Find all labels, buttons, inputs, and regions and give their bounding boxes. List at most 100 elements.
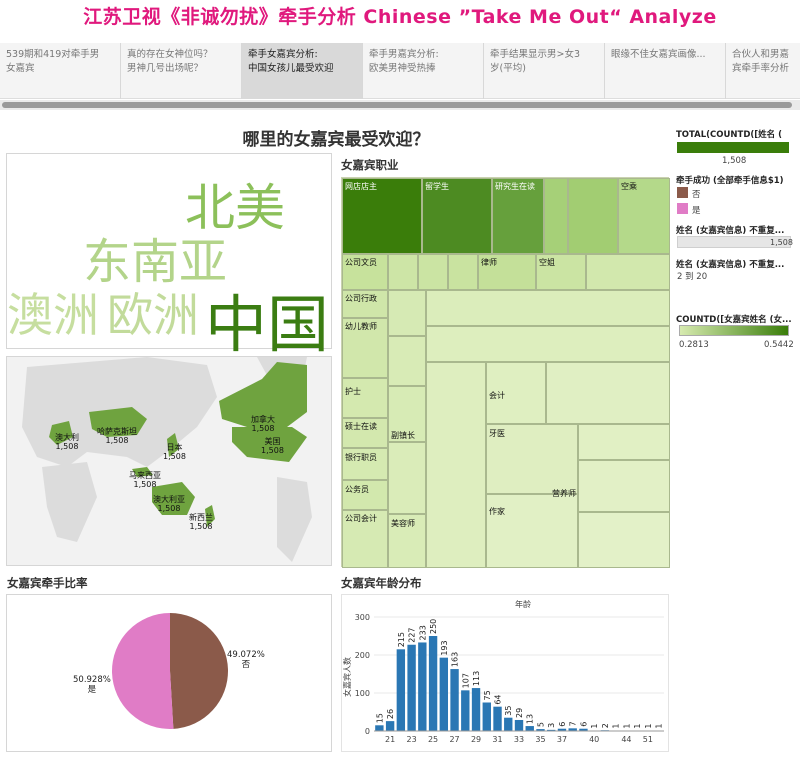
age-bar[interactable] <box>396 649 406 731</box>
age-bar[interactable] <box>385 721 395 731</box>
age-bar[interactable] <box>428 636 438 731</box>
pie-title: 女嘉宾牵手比率 <box>7 576 88 590</box>
pie-label-no: 49.072% 否 <box>227 650 265 670</box>
age-bar[interactable] <box>439 657 449 731</box>
treemap-label: 公务员 <box>345 485 369 494</box>
bar-value-label: 2 <box>601 723 610 728</box>
pie-label-yes: 50.928% 是 <box>73 675 111 695</box>
age-title: 女嘉宾年龄分布 <box>341 576 422 590</box>
treemap-cell[interactable] <box>546 362 670 424</box>
age-bar[interactable] <box>514 719 524 731</box>
map-label-usa: 美国 1,508 <box>261 437 284 455</box>
age-bar-chart: 年龄 女嘉宾人数 0100200300 15 26215 227 233 2501931… <box>342 599 664 744</box>
treemap-cell[interactable] <box>568 178 618 254</box>
age-y-axis-label: 女嘉宾人数 <box>342 657 352 697</box>
treemap-cell[interactable] <box>578 424 670 460</box>
scrollbar-thumb[interactable] <box>2 102 792 108</box>
legend-swatch-yes[interactable] <box>677 203 688 214</box>
age-bar[interactable] <box>375 725 384 731</box>
bar-value-label: 6 <box>579 722 588 727</box>
bar-value-label: 5 <box>536 722 545 727</box>
x-tick-label: 40 <box>589 735 599 744</box>
bar-value-label: 227 <box>408 627 417 642</box>
bar-value-label: 26 <box>386 709 395 719</box>
total-value: 1,508 <box>722 156 747 166</box>
treemap-cell[interactable] <box>578 512 670 568</box>
gradient-min: 0.2813 <box>679 340 709 350</box>
treemap-cell[interactable] <box>388 290 426 336</box>
age-bar[interactable] <box>450 669 459 731</box>
x-tick-label: 23 <box>406 735 416 744</box>
treemap-cell[interactable] <box>544 178 568 254</box>
x-tick-label: 31 <box>492 735 502 744</box>
treemap-cell[interactable] <box>388 442 426 514</box>
legend-label-no: 否 <box>692 190 701 200</box>
pie-slice-no[interactable] <box>170 613 228 729</box>
tab-1[interactable]: 539期和419对牵手男 女嘉宾 <box>0 43 121 99</box>
treemap-cell[interactable] <box>418 254 448 290</box>
age-bar[interactable] <box>482 702 491 732</box>
x-tick-label: 25 <box>428 735 438 744</box>
y-tick-label: 300 <box>355 613 370 622</box>
tab-2[interactable]: 真的存在女神位吗？ 男神几号出场呢？ <box>121 43 242 99</box>
filter1-title: 姓名 (女嘉宾信息) 不重复... <box>676 226 785 236</box>
bar-value-label: 113 <box>472 671 481 686</box>
horizontal-scrollbar[interactable] <box>0 100 800 110</box>
region-word-cloud: 北美 东南亚 澳洲 欧洲 中国 <box>6 153 332 361</box>
tab-3[interactable]: 牵手女嘉宾分析: 中国女孩儿最受欢迎 <box>242 43 363 99</box>
map-label-malaysia: 马来西亚 1,508 <box>129 471 161 489</box>
filter2-title: 姓名 (女嘉宾信息) 不重复... <box>676 260 785 270</box>
treemap-label: 硕士在读 <box>345 422 377 431</box>
treemap-cell[interactable] <box>426 326 670 362</box>
bar-value-label: 1 <box>590 724 599 729</box>
bar-value-label: 107 <box>461 673 470 688</box>
pie-panel: 49.072% 否 50.928% 是 <box>6 594 332 752</box>
tab-5[interactable]: 牵手结果显示男>女3 岁(平均) <box>484 43 605 99</box>
treemap-label: 网店店主 <box>345 182 377 191</box>
treemap-cell[interactable] <box>388 336 426 386</box>
age-bar[interactable] <box>418 642 427 731</box>
total-legend-title: TOTAL(COUNTD([姓名 ( <box>676 130 782 140</box>
treemap-label: 银行职员 <box>345 453 377 462</box>
occupation-title: 女嘉宾职业 <box>341 158 399 172</box>
world-map: 澳大利 1,508 哈萨克斯坦 1,508 日本 1,508 马来西亚 1,508 澳大… <box>6 356 332 566</box>
treemap-label: 会计 <box>489 391 505 400</box>
land-americas-south <box>277 477 312 562</box>
treemap-cell[interactable] <box>342 378 388 418</box>
cloud-word-europe[interactable]: 欧洲 <box>107 279 199 345</box>
tab-6[interactable]: 眼缘不佳女嘉宾画像... <box>605 43 726 99</box>
map-label-australia: 澳大利亚 1,508 <box>153 495 185 513</box>
bar-value-label: 15 <box>375 713 384 723</box>
dashboard-title: 哪里的女嘉宾最受欢迎？ <box>242 130 430 150</box>
treemap-cell[interactable] <box>448 254 478 290</box>
pie-chart <box>111 613 228 729</box>
pie-slice-yes[interactable] <box>111 613 174 729</box>
bar-value-label: 1 <box>644 724 653 729</box>
cloud-word-china[interactable]: 中国 <box>205 274 329 364</box>
age-bar[interactable] <box>471 688 481 731</box>
cloud-word-australia[interactable]: 澳洲 <box>7 279 99 345</box>
bar-value-label: 13 <box>526 714 535 724</box>
treemap-cell[interactable] <box>426 362 486 568</box>
treemap-cell[interactable] <box>426 290 670 326</box>
treemap-label: 营养师 <box>552 489 576 498</box>
bar-value-label: 193 <box>440 640 449 655</box>
bar-value-label: 64 <box>494 694 503 704</box>
treemap-cell[interactable] <box>586 254 670 290</box>
treemap-label: 研究生在读 <box>495 182 535 191</box>
occupation-treemap: 网店店主 留学生 研究生在读 空乘 公司文员 律师 空姐 公司行政 幼儿教师 护… <box>341 177 670 568</box>
legend-swatch-no[interactable] <box>677 187 688 198</box>
tab-7[interactable]: 合伙人和男嘉 宾牵手率分析 <box>726 43 800 99</box>
age-bar[interactable] <box>493 706 502 731</box>
age-bar[interactable] <box>504 717 513 731</box>
age-bar[interactable] <box>461 690 470 731</box>
tab-4[interactable]: 牵手男嘉宾分析: 欧美男神受热捧 <box>363 43 484 99</box>
age-bar[interactable] <box>407 644 416 731</box>
treemap-cell[interactable] <box>388 254 418 290</box>
x-tick-label: 51 <box>643 735 653 744</box>
total-bar[interactable] <box>677 142 789 153</box>
map-svg <box>22 357 312 562</box>
story-tabs: 539期和419对牵手男 女嘉宾 真的存在女神位吗？ 男神几号出场呢？ 牵手女嘉… <box>0 43 800 99</box>
treemap-cell[interactable] <box>578 460 670 512</box>
age-bar[interactable] <box>525 726 534 731</box>
